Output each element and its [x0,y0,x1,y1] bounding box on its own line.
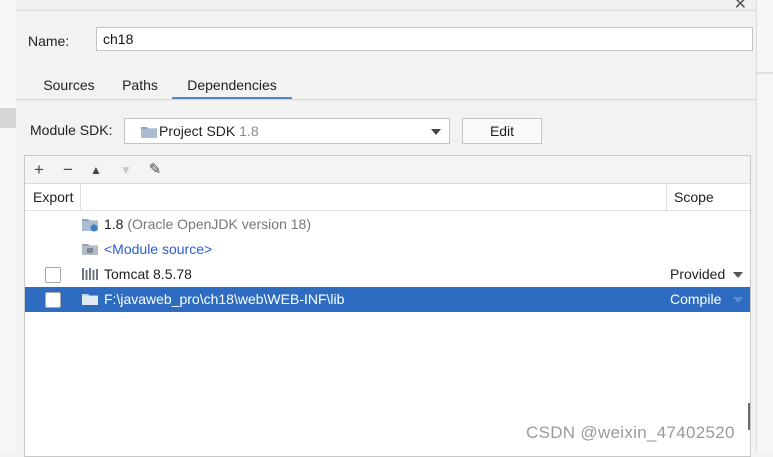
name-row: Name: [28,27,84,55]
table-header: Export Scope [25,184,750,211]
column-divider [80,184,81,210]
name-input[interactable]: ch18 [96,27,753,51]
remove-icon[interactable]: − [58,160,78,180]
row-name: Tomcat 8.5.78 [104,266,192,282]
table-row[interactable]: 1.8 (Oracle OpenJDK version 18) [25,212,750,237]
background-band [757,72,773,74]
move-down-icon[interactable]: ▼ [116,160,136,180]
edit-icon[interactable]: ✎ [145,160,165,180]
background-window-left [0,0,17,452]
dependencies-table: + − ▲ ▼ ✎ Export Scope 1.8 (Oracle OpenJ… [24,155,751,457]
export-checkbox[interactable] [45,267,61,283]
module-source-folder-icon [82,244,98,255]
dependencies-toolbar: + − ▲ ▼ ✎ [25,156,750,184]
folder-icon [82,294,98,305]
column-resize-handle[interactable] [748,403,750,430]
module-sdk-version: 1.8 [239,123,259,139]
module-sdk-select[interactable]: Project SDK 1.8 [124,118,450,144]
module-settings-panel: Name: ch18 Sources Paths Dependencies Mo… [16,11,756,457]
tabs-divider [16,99,756,100]
library-icon [82,268,98,280]
background-selection [0,108,16,128]
tab-paths[interactable]: Paths [120,75,160,99]
edit-sdk-button[interactable]: Edit [462,118,542,144]
scope-select[interactable]: Provided [670,266,725,282]
table-row[interactable]: F:\javaweb_pro\ch18\web\WEB-INF\lib Comp… [25,287,750,312]
row-name: F:\javaweb_pro\ch18\web\WEB-INF\lib [104,291,345,307]
jdk-icon [82,219,98,232]
chevron-down-icon [431,129,441,135]
column-divider [666,184,667,210]
background-window-right [756,0,773,452]
row-name: 1.8 [104,216,124,232]
scope-column-header[interactable]: Scope [674,189,714,205]
name-label: Name: [28,33,70,49]
background-title-strip [16,0,756,11]
tab-sources[interactable]: Sources [42,75,96,99]
row-name: <Module source> [104,241,213,257]
add-icon[interactable]: + [29,160,49,180]
chevron-down-icon[interactable] [733,297,743,303]
scope-select[interactable]: Compile [670,291,721,307]
folder-icon [141,127,157,138]
table-row[interactable]: Tomcat 8.5.78 Provided [25,262,750,287]
move-up-icon[interactable]: ▲ [86,160,106,180]
module-sdk-value: Project SDK [159,123,236,139]
tab-dependencies[interactable]: Dependencies [172,75,292,100]
table-row[interactable]: <Module source> [25,237,750,262]
chevron-down-icon[interactable] [733,272,743,278]
export-column-header[interactable]: Export [33,189,73,205]
export-checkbox[interactable] [45,292,61,308]
watermark: CSDN @weixin_47402520 [526,423,735,442]
row-detail: (Oracle OpenJDK version 18) [127,216,311,232]
module-sdk-label: Module SDK: [30,122,113,138]
